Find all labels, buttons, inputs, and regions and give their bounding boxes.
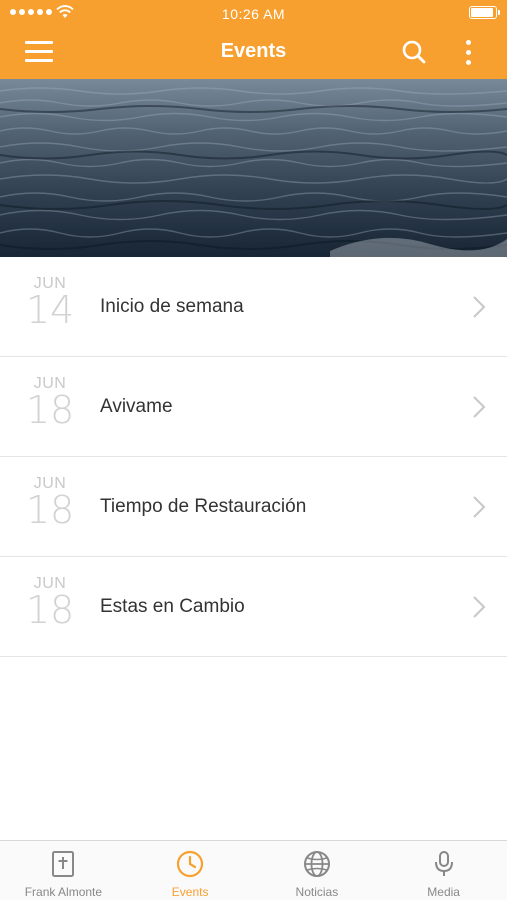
chevron-right-icon: [473, 296, 486, 318]
chevron-right-icon: [473, 396, 486, 418]
ocean-water-image: [0, 79, 507, 257]
event-day: 18: [25, 588, 75, 632]
microphone-icon: [434, 851, 453, 876]
event-title: Inicio de semana: [100, 296, 244, 317]
event-title: Avivame: [100, 396, 173, 417]
hero-image: [0, 79, 507, 257]
tab-noticias[interactable]: Noticias: [254, 841, 381, 900]
status-bar: 10:26 AM: [0, 0, 507, 26]
clock-icon: [177, 850, 204, 878]
event-date: JUN 18: [22, 475, 78, 529]
tab-frank-almonte[interactable]: Frank Almonte: [0, 841, 127, 900]
tab-label: Events: [171, 885, 209, 899]
nav-header: Events: [0, 26, 507, 79]
tab-label: Noticias: [295, 885, 339, 899]
tab-media[interactable]: Media: [380, 841, 507, 900]
chevron-right-icon: [473, 596, 486, 618]
status-time: 10:26 AM: [221, 6, 286, 22]
event-title: Tiempo de Restauración: [100, 496, 307, 517]
event-date: JUN 18: [22, 375, 78, 429]
event-row[interactable]: JUN 14 Inicio de semana: [0, 257, 507, 357]
event-date: JUN 14: [22, 275, 78, 329]
event-row[interactable]: JUN 18 Tiempo de Restauración: [0, 457, 507, 557]
bible-icon: [52, 851, 75, 877]
search-icon[interactable]: [401, 39, 427, 65]
event-row[interactable]: JUN 18 Avivame: [0, 357, 507, 457]
event-row[interactable]: JUN 18 Estas en Cambio: [0, 557, 507, 657]
event-date: JUN 18: [22, 575, 78, 629]
app-top-bar: 10:26 AM Events: [0, 0, 507, 79]
battery-icon: [469, 6, 500, 19]
event-day: 14: [25, 288, 75, 332]
events-list: JUN 14 Inicio de semana JUN 18 Avivame J…: [0, 257, 507, 657]
tab-events[interactable]: Events: [127, 841, 254, 900]
tab-label: Media: [427, 885, 460, 899]
event-day: 18: [25, 488, 75, 532]
event-title: Estas en Cambio: [100, 596, 245, 617]
globe-icon: [303, 851, 330, 877]
tab-bar: Frank Almonte Events Noticias Media: [0, 840, 507, 900]
tab-label: Frank Almonte: [24, 885, 103, 899]
chevron-right-icon: [473, 496, 486, 518]
page-title: Events: [220, 40, 287, 62]
event-day: 18: [25, 388, 75, 432]
more-vertical-icon[interactable]: [458, 38, 478, 68]
